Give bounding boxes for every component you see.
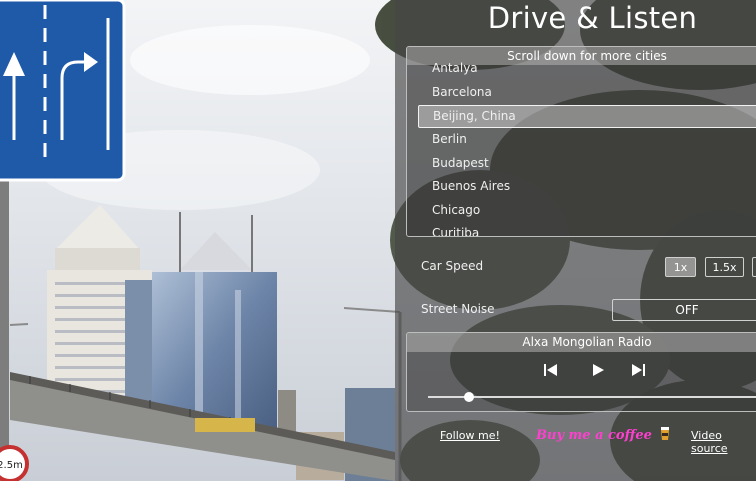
follow-me-link[interactable]: Follow me! [440,429,500,442]
city-item[interactable]: Berlin [407,128,756,152]
car-speed-label: Car Speed [421,259,484,273]
volume-slider-knob[interactable] [464,392,475,402]
video-source-link[interactable]: Video source [691,429,756,455]
volume-slider[interactable] [428,392,756,402]
city-item[interactable]: Buenos Aires [407,175,756,199]
buy-me-a-coffee-text: Buy me a coffee [536,428,652,443]
height-limit-sign-text: 2.5m [0,460,23,471]
city-item-selected[interactable]: Beijing, China [418,105,756,128]
speed-1x-button[interactable]: 1x [665,257,696,277]
city-item[interactable]: Antalya [407,57,756,81]
city-item[interactable]: Curitiba [407,222,756,236]
coffee-cup-icon [661,427,670,440]
radio-station-name: Alxa Mongolian Radio [407,333,756,352]
play-icon[interactable] [591,363,605,377]
buy-me-a-coffee-link[interactable]: Buy me a coffee [536,427,670,443]
street-noise-label: Street Noise [421,302,495,316]
city-item[interactable]: Chicago [407,199,756,223]
previous-track-icon[interactable] [543,363,559,377]
city-item[interactable]: Barcelona [407,81,756,105]
next-track-icon[interactable] [630,363,646,377]
radio-player: Alxa Mongolian Radio [406,332,756,412]
control-panel: Drive & Listen Scroll down for more citi… [395,0,756,481]
app-title: Drive & Listen [487,1,698,35]
city-item[interactable]: Budapest [407,152,756,176]
speed-1-5x-button[interactable]: 1.5x [705,257,744,277]
city-list-box[interactable]: Scroll down for more cities Antalya Barc… [406,46,756,237]
city-list[interactable]: Antalya Barcelona Beijing, China Berlin … [407,57,756,236]
street-noise-toggle[interactable]: OFF [612,299,756,321]
speed-next-button[interactable] [752,257,756,277]
